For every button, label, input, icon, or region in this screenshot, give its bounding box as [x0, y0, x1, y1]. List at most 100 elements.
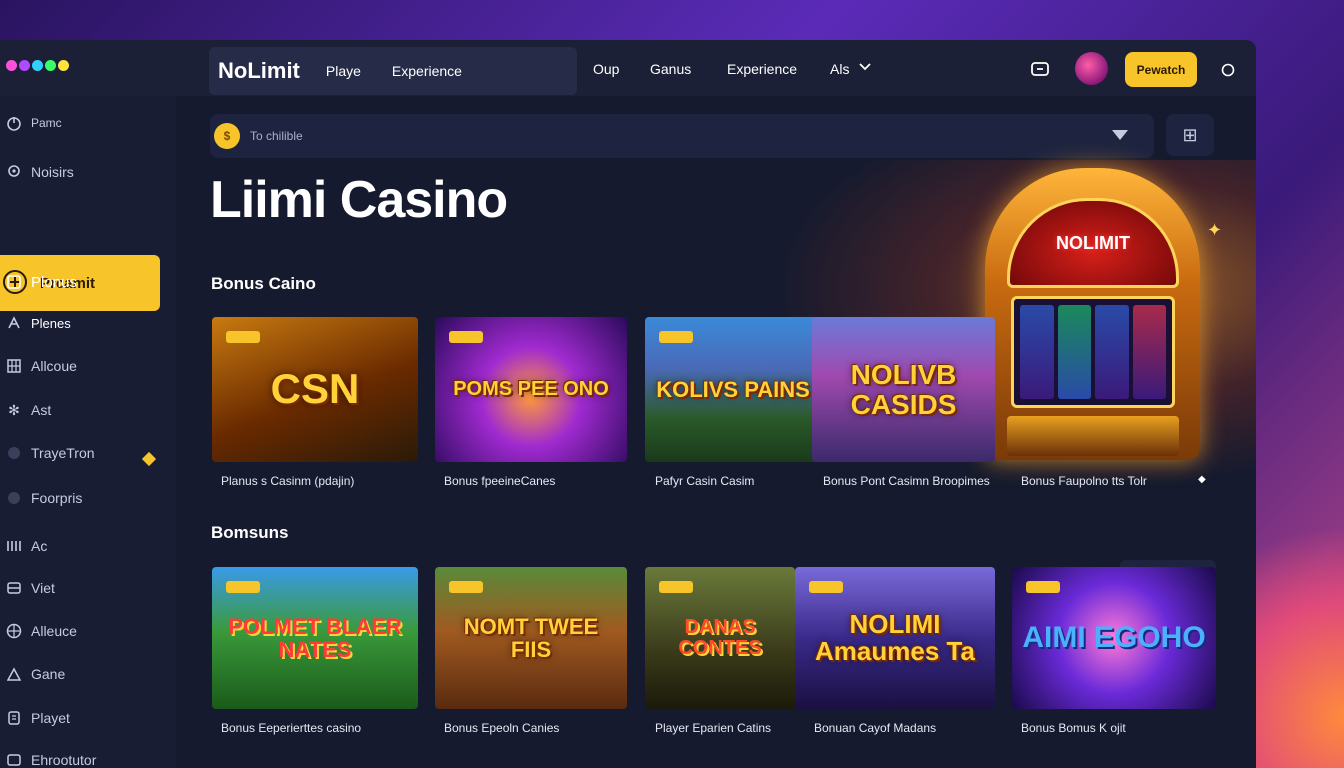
- dot-pink: [6, 60, 17, 71]
- card-badge: [659, 331, 693, 343]
- nav-experience-primary[interactable]: Experience: [392, 63, 462, 79]
- tag-icon: [5, 709, 23, 727]
- game-art-text: NOLIVB CASIDS: [850, 359, 957, 420]
- dot-cyan: [32, 60, 43, 71]
- sidebar-item-label: Foorpris: [31, 490, 83, 506]
- game-caption[interactable]: Bonus Faupolno tts Tolr: [1021, 474, 1147, 488]
- game-caption[interactable]: Bonus Eeperierttes casino: [221, 721, 361, 735]
- nav-ganus[interactable]: Ganus: [650, 61, 691, 77]
- game-caption[interactable]: Bonus Epeoln Canies: [444, 721, 559, 735]
- game-art-text: AIMI EGOHO: [1022, 621, 1206, 655]
- sidebar-item-traytron[interactable]: TrayeTron: [0, 441, 95, 465]
- sidebar-item-label: Playet: [31, 710, 70, 726]
- game-card[interactable]: NOLIMI Amaumes Ta: [795, 567, 995, 709]
- card-badge: [226, 581, 260, 593]
- sparkle-icon: ◆: [1198, 474, 1206, 485]
- diamond-icon: [141, 451, 157, 467]
- sidebar: Pamc Noisirs Prcamit Plonus Plenes Allco…: [0, 96, 176, 768]
- sidebar-item-label: Alleuce: [31, 623, 77, 639]
- square-icon: [5, 273, 23, 291]
- nav-playe[interactable]: Playe: [326, 63, 361, 79]
- section-title: Bonus Caino: [211, 274, 316, 293]
- game-caption[interactable]: Bonuan Cayof Madans: [814, 721, 936, 735]
- nav-experience[interactable]: Experience: [727, 61, 797, 77]
- game-card[interactable]: CSN: [212, 317, 418, 462]
- brand-box: NoLimit Playe Experience: [209, 47, 577, 95]
- wallet-icon[interactable]: [1029, 58, 1051, 80]
- sidebar-item-playet[interactable]: Playet: [0, 706, 70, 730]
- sparkle-icon: ✦: [1207, 220, 1223, 240]
- card-badge: [226, 331, 260, 343]
- avatar[interactable]: [1075, 52, 1108, 85]
- layers-icon: [5, 751, 23, 768]
- game-caption[interactable]: Bonus Bomus K ojit: [1021, 721, 1126, 735]
- game-art-text: POLMET BLAER NATES: [228, 613, 402, 662]
- game-caption[interactable]: Planus s Casinm (pdajin): [221, 474, 354, 488]
- sidebar-item-noisirs[interactable]: Noisirs: [0, 160, 74, 184]
- sidebar-item-allcoue[interactable]: Allcoue: [0, 354, 77, 378]
- game-art-text: CSN: [270, 365, 360, 413]
- circle-icon: [5, 444, 23, 462]
- game-card[interactable]: NOLIVB CASIDS: [812, 317, 995, 462]
- home-icon: [5, 665, 23, 683]
- game-art-text: NOMT TWEE FIIS: [463, 613, 599, 662]
- sidebar-item-label: Pamc: [31, 116, 62, 130]
- game-art-text: NOLIMI Amaumes Ta: [815, 608, 975, 666]
- power-icon: [5, 114, 23, 132]
- brand-logo[interactable]: NoLimit: [218, 58, 300, 84]
- card-badge: [449, 331, 483, 343]
- sidebar-item-label: Noisirs: [31, 164, 74, 180]
- section-title: Bomsuns: [211, 523, 289, 542]
- sidebar-item-viet[interactable]: Viet: [0, 576, 55, 600]
- game-card[interactable]: POLMET BLAER NATES: [212, 567, 418, 709]
- coin-icon: $: [214, 123, 240, 149]
- game-caption[interactable]: Bonus Pont Casimn Broopimes: [823, 474, 990, 488]
- chevron-down-icon[interactable]: [858, 60, 872, 74]
- app-window: NoLimit Playe Experience Oup Ganus Exper…: [0, 40, 1256, 768]
- window-dots: [6, 60, 69, 71]
- bars-icon: [5, 537, 23, 555]
- sidebar-item-label: Ehrootutor: [31, 752, 97, 768]
- deposit-button[interactable]: Pewatch: [1125, 52, 1197, 87]
- dot-yellow: [58, 60, 69, 71]
- grid-view-button[interactable]: ⊞: [1166, 114, 1214, 156]
- sidebar-item-plenes[interactable]: Plenes: [0, 311, 71, 335]
- caret-down-icon[interactable]: [1112, 130, 1128, 140]
- game-card[interactable]: NOMT TWEE FIIS: [435, 567, 627, 709]
- game-caption[interactable]: Pafyr Casin Casim: [655, 474, 754, 488]
- sidebar-item-label: Viet: [31, 580, 55, 596]
- sidebar-item-label: TrayeTron: [31, 445, 95, 461]
- nav-oup[interactable]: Oup: [593, 61, 619, 77]
- sidebar-item-foorpris[interactable]: Foorpris: [0, 486, 82, 510]
- sidebar-item-label: Plenes: [31, 315, 71, 331]
- slot-reels: [1011, 296, 1175, 408]
- search-bar[interactable]: $ To chilible: [210, 114, 1154, 158]
- game-card[interactable]: AIMI EGOHO: [1012, 567, 1216, 709]
- search-input[interactable]: To chilible: [250, 129, 303, 143]
- dot-green: [45, 60, 56, 71]
- card-badge: [809, 581, 843, 593]
- sidebar-item-ehrootutor[interactable]: Ehrootutor: [0, 748, 96, 768]
- dot-purple: [19, 60, 30, 71]
- plane-icon: [5, 314, 23, 332]
- sidebar-item-gane[interactable]: Gane: [0, 662, 65, 686]
- sidebar-item-plonus[interactable]: Plonus: [0, 270, 77, 294]
- sidebar-item-ast[interactable]: ✻ Ast: [0, 398, 51, 422]
- top-bar: NoLimit Playe Experience Oup Ganus Exper…: [0, 40, 1256, 96]
- sidebar-item-alleuce[interactable]: Alleuce: [0, 619, 77, 643]
- game-card[interactable]: KOLIVS PAINS: [645, 317, 821, 462]
- nav-als[interactable]: Als: [830, 61, 849, 77]
- sidebar-item-pamc[interactable]: Pamc: [0, 111, 62, 135]
- game-caption[interactable]: Bonus fpeeineCanes: [444, 474, 555, 488]
- menu-circle-icon[interactable]: [1220, 62, 1236, 78]
- page-title: Liimi Casino: [210, 171, 508, 229]
- grid-icon: ⊞: [1182, 124, 1198, 145]
- game-card[interactable]: DANAS CONTES: [645, 567, 795, 709]
- slot-reel: [1020, 305, 1054, 399]
- game-card[interactable]: POMS PEE ONO: [435, 317, 627, 462]
- game-art-text: KOLIVS PAINS: [656, 376, 810, 402]
- grid-icon: [5, 357, 23, 375]
- game-caption[interactable]: Player Eparien Catins: [655, 721, 771, 735]
- slot-reel: [1057, 305, 1091, 399]
- sidebar-item-ac[interactable]: Ac: [0, 534, 47, 558]
